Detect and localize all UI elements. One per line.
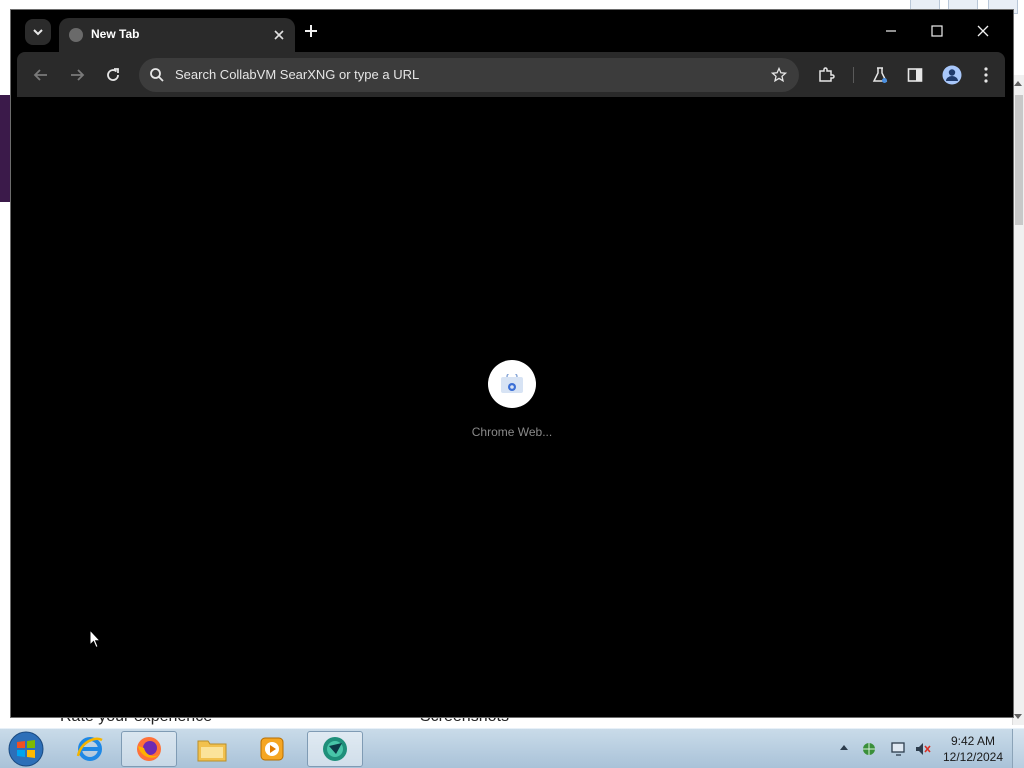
chrome-window: New Tab Search CollabVM SearXNG or type … <box>10 9 1014 718</box>
arrow-right-icon <box>71 69 85 81</box>
system-tray: 9:42 AM 12/12/2024 <box>836 729 1024 768</box>
taskbar-media-player[interactable] <box>244 731 300 767</box>
side-panel-icon <box>907 68 923 82</box>
clock-date: 12/12/2024 <box>942 750 1004 764</box>
forward-button[interactable] <box>63 61 91 89</box>
close-icon <box>977 25 989 37</box>
background-purple-band <box>0 95 10 202</box>
volume-muted-icon[interactable] <box>914 741 932 757</box>
extensions-button[interactable] <box>812 61 840 89</box>
star-icon <box>771 67 787 83</box>
flask-icon <box>872 67 888 83</box>
clock-time: 9:42 AM <box>950 734 996 748</box>
minimize-icon <box>886 30 896 32</box>
chrome-web-store-icon <box>501 374 523 393</box>
app-icon <box>323 737 347 761</box>
side-panel-button[interactable] <box>901 61 929 89</box>
taskbar: 9:42 AM 12/12/2024 <box>0 728 1024 768</box>
show-hidden-icons-icon[interactable] <box>840 745 848 750</box>
tab-new-tab[interactable]: New Tab <box>59 18 295 52</box>
new-tab-button[interactable] <box>299 19 323 43</box>
taskbar-firefox[interactable] <box>121 731 177 767</box>
scroll-thumb[interactable] <box>1015 95 1023 225</box>
address-bar[interactable]: Search CollabVM SearXNG or type a URL <box>139 58 799 92</box>
back-button[interactable] <box>27 61 55 89</box>
close-icon <box>274 30 284 40</box>
loading-app-label: Chrome Web... <box>471 425 553 439</box>
menu-button[interactable] <box>972 61 1000 89</box>
firefox-icon <box>137 737 161 761</box>
minimize-button[interactable] <box>874 17 908 45</box>
tab-title: New Tab <box>91 27 140 41</box>
title-bar[interactable]: New Tab <box>11 10 1013 52</box>
kebab-menu-icon <box>984 67 988 83</box>
show-desktop-button[interactable] <box>1012 729 1024 768</box>
reload-button[interactable] <box>99 61 127 89</box>
internet-explorer-icon <box>76 737 103 761</box>
maximize-button[interactable] <box>920 17 954 45</box>
mouse-cursor-icon <box>89 629 101 649</box>
media-player-icon <box>260 737 284 761</box>
profile-icon <box>942 65 962 85</box>
windows-logo-icon <box>8 731 44 767</box>
clock[interactable]: 9:42 AM 12/12/2024 <box>936 733 1010 765</box>
chevron-down-icon <box>33 29 43 36</box>
scroll-down-arrow-icon[interactable] <box>1014 714 1022 719</box>
globe-icon <box>69 28 83 42</box>
plus-icon <box>305 25 317 37</box>
arrow-left-icon <box>33 69 47 81</box>
page-content[interactable]: Chrome Web... <box>17 97 1005 712</box>
taskbar-windows-explorer[interactable] <box>184 731 240 767</box>
folder-icon <box>197 740 227 762</box>
puzzle-icon <box>819 67 835 82</box>
network-icon[interactable] <box>860 741 878 757</box>
search-icon <box>150 68 164 82</box>
close-window-button[interactable] <box>966 17 1000 45</box>
chrome-labs-button[interactable] <box>866 61 894 89</box>
maximize-icon <box>931 25 943 37</box>
profile-button[interactable] <box>938 61 966 89</box>
address-bar-placeholder: Search CollabVM SearXNG or type a URL <box>175 67 420 82</box>
reload-icon <box>107 68 119 81</box>
bookmark-button[interactable] <box>767 63 791 87</box>
tab-close-button[interactable] <box>269 25 289 45</box>
toolbar-divider <box>853 67 854 83</box>
browser-toolbar: Search CollabVM SearXNG or type a URL <box>17 52 1005 97</box>
tab-search-button[interactable] <box>25 19 51 45</box>
start-button[interactable] <box>6 731 46 767</box>
display-icon[interactable] <box>890 741 908 757</box>
scroll-up-arrow-icon[interactable] <box>1014 81 1022 86</box>
web-store-app-icon <box>488 360 536 408</box>
taskbar-active-app[interactable] <box>307 731 363 767</box>
taskbar-internet-explorer[interactable] <box>62 731 118 767</box>
